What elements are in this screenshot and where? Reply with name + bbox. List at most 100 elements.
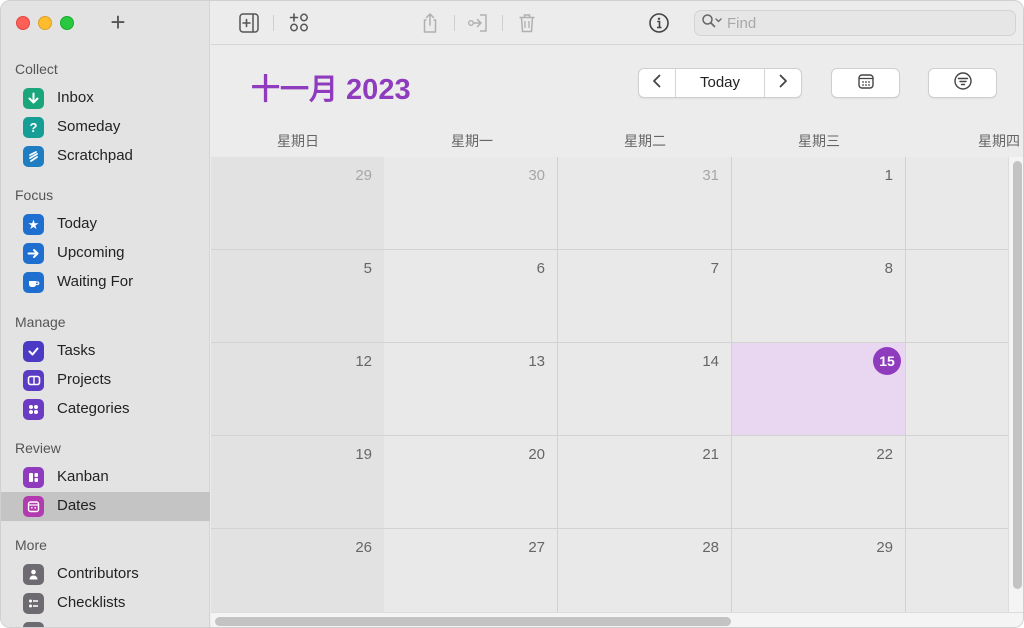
search-icon <box>701 13 723 34</box>
day-cell[interactable]: 5 <box>211 250 385 343</box>
day-cell[interactable]: 29 <box>211 157 385 250</box>
day-number: 1 <box>884 167 893 184</box>
sidebar-item-tasks[interactable]: Tasks <box>1 337 210 366</box>
filter-button[interactable] <box>928 68 997 98</box>
sidebar-item-label: Tasks <box>57 342 96 359</box>
calendar-view-button[interactable] <box>831 68 900 98</box>
day-number: 29 <box>355 167 372 184</box>
sidebar-item-label: Checklists <box>57 594 126 611</box>
filter-icon <box>953 71 973 96</box>
sidebar-item-kanban[interactable]: Kanban <box>1 463 210 492</box>
sidebar-item-partial[interactable] <box>1 618 210 627</box>
day-cell[interactable]: 30 <box>384 157 558 250</box>
minimize-window-button[interactable] <box>38 16 52 30</box>
sidebar-item-label: Inbox <box>57 89 94 106</box>
day-number: 5 <box>363 260 372 277</box>
day-cell[interactable]: 20 <box>384 436 558 529</box>
cup-icon <box>23 272 44 293</box>
checklist-icon <box>23 593 44 614</box>
day-number: 26 <box>355 539 372 556</box>
day-cell[interactable]: 27 <box>384 529 558 612</box>
share-icon[interactable] <box>419 12 441 34</box>
sidebar-section-more: More <box>15 537 47 553</box>
archive-icon <box>23 622 44 627</box>
day-number: 29 <box>876 539 893 556</box>
day-cell[interactable]: 26 <box>211 529 385 612</box>
calendar-icon <box>23 496 44 517</box>
sidebar-item-inbox[interactable]: Inbox <box>1 84 210 113</box>
move-to-icon[interactable] <box>467 12 489 34</box>
weekday-header: 星期二 <box>624 133 666 149</box>
day-cell[interactable]: 13 <box>384 343 558 436</box>
day-cell[interactable]: 14 <box>558 343 732 436</box>
star-icon: ★ <box>23 214 44 235</box>
day-cell[interactable]: 22 <box>732 436 906 529</box>
horizontal-scrollbar[interactable] <box>211 612 1023 627</box>
month-title: 十一月 2023 <box>251 74 411 106</box>
day-number: 7 <box>710 260 719 277</box>
search-field[interactable]: Find <box>694 10 1016 36</box>
day-number: 19 <box>355 446 372 463</box>
vertical-scroll-thumb[interactable] <box>1013 161 1022 589</box>
day-cell[interactable] <box>906 250 1008 343</box>
add-icon[interactable]: + <box>107 9 129 37</box>
day-cell[interactable]: 19 <box>211 436 385 529</box>
date-navigation: Today <box>638 68 802 98</box>
calendar-icon <box>857 72 875 95</box>
info-icon[interactable] <box>648 12 670 34</box>
sidebar-item-checklists[interactable]: Checklists <box>1 589 210 618</box>
sidebar-item-someday[interactable]: ? Someday <box>1 113 210 142</box>
day-number: 8 <box>884 260 893 277</box>
day-cell[interactable]: 15 <box>732 343 906 436</box>
day-cell[interactable]: 12 <box>211 343 385 436</box>
day-cell[interactable]: 1 <box>732 157 906 250</box>
day-cell[interactable]: 8 <box>732 250 906 343</box>
vertical-scrollbar[interactable] <box>1008 157 1023 612</box>
person-icon <box>23 564 44 585</box>
add-item-grid-icon[interactable] <box>288 12 310 34</box>
toolbar: Find <box>211 1 1023 45</box>
search-placeholder: Find <box>727 14 757 32</box>
day-cell[interactable]: 6 <box>384 250 558 343</box>
projects-icon <box>23 370 44 391</box>
scratchpad-icon <box>23 146 44 167</box>
day-cell[interactable]: 28 <box>558 529 732 612</box>
sidebar-item-waiting-for[interactable]: Waiting For <box>1 268 210 297</box>
window-controls <box>16 16 74 30</box>
sidebar-item-label: Today <box>57 215 98 232</box>
add-to-sidebar-icon[interactable] <box>238 12 260 34</box>
sidebar-item-categories[interactable]: Categories <box>1 395 210 424</box>
day-cell[interactable] <box>906 157 1008 250</box>
sidebar-item-projects[interactable]: Projects <box>1 366 210 395</box>
sidebar-item-scratchpad[interactable]: Scratchpad <box>1 142 210 171</box>
zoom-window-button[interactable] <box>60 16 74 30</box>
day-number: 13 <box>528 353 545 370</box>
weekday-header: 星期日 <box>277 133 319 149</box>
next-month-button[interactable] <box>765 69 801 97</box>
sidebar-item-contributors[interactable]: Contributors <box>1 560 210 589</box>
day-number: 21 <box>702 446 719 463</box>
weekday-header: 星期三 <box>798 133 840 149</box>
close-window-button[interactable] <box>16 16 30 30</box>
today-button[interactable]: Today <box>675 69 765 97</box>
sidebar-item-dates[interactable]: Dates <box>1 492 210 521</box>
day-number: 31 <box>702 167 719 184</box>
horizontal-scroll-thumb[interactable] <box>215 617 731 626</box>
day-cell[interactable]: 21 <box>558 436 732 529</box>
day-number: 14 <box>702 353 719 370</box>
day-cell[interactable]: 31 <box>558 157 732 250</box>
day-cell[interactable]: 7 <box>558 250 732 343</box>
sidebar-section-focus: Focus <box>15 187 54 203</box>
previous-month-button[interactable] <box>639 69 675 97</box>
sidebar-item-upcoming[interactable]: Upcoming <box>1 239 210 268</box>
toolbar-separator <box>454 15 455 31</box>
inbox-icon <box>23 88 44 109</box>
kanban-icon <box>23 467 44 488</box>
day-cell[interactable] <box>906 343 1008 436</box>
sidebar-item-today[interactable]: ★ Today <box>1 210 210 239</box>
day-cell[interactable] <box>906 529 1008 612</box>
day-cell[interactable] <box>906 436 1008 529</box>
trash-icon[interactable] <box>516 12 538 34</box>
day-number: 28 <box>702 539 719 556</box>
day-cell[interactable]: 29 <box>732 529 906 612</box>
